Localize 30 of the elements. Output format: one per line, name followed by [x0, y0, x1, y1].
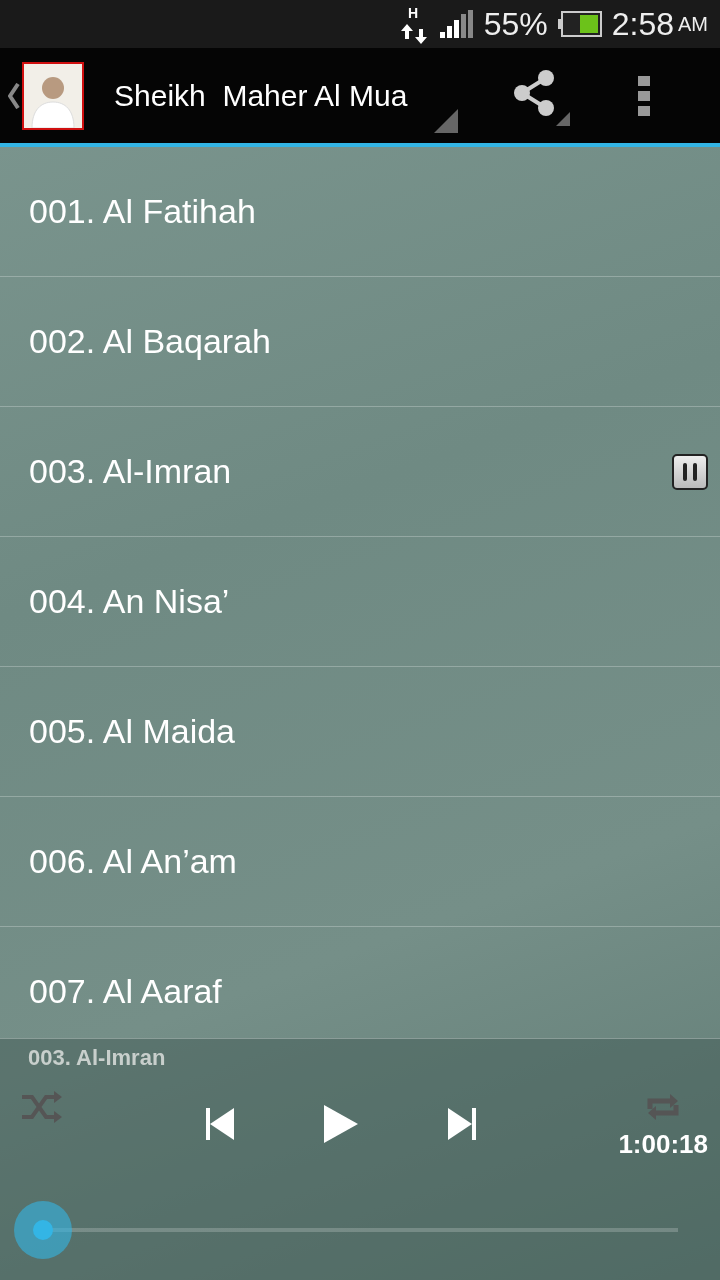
signal-icon	[439, 10, 474, 38]
overflow-menu-button[interactable]	[638, 75, 650, 116]
track-title: 002. Al Baqarah	[29, 322, 271, 361]
track-row[interactable]: 003. Al-Imran	[0, 407, 720, 537]
pause-button[interactable]	[672, 453, 708, 490]
track-row[interactable]: 001. Al Fatihah	[0, 147, 720, 277]
now-playing-title: 003. Al-Imran	[28, 1045, 167, 1071]
battery-icon	[557, 11, 602, 37]
track-title: 003. Al-Imran	[29, 452, 232, 491]
track-title: 005. Al Maida	[29, 712, 236, 751]
dropdown-corner-icon[interactable]	[434, 109, 458, 133]
track-row[interactable]: 006. Al An’am	[0, 797, 720, 927]
track-title: 007. Al Aaraf	[29, 972, 222, 1011]
avatar-icon	[22, 61, 84, 130]
track-duration: 1:00:18	[618, 1129, 708, 1160]
reciter-title: Sheikh Maher Al Mua	[114, 78, 409, 113]
track-title: 001. Al Fatihah	[29, 192, 256, 231]
clock-ampm: AM	[678, 12, 708, 36]
track-row[interactable]: 002. Al Baqarah	[0, 277, 720, 407]
previous-button[interactable]	[206, 1105, 235, 1143]
clock-time: 2:58	[611, 5, 674, 43]
track-row[interactable]: 005. Al Maida	[0, 667, 720, 797]
track-row[interactable]: 007. Al Aaraf	[0, 927, 720, 1038]
next-button[interactable]	[448, 1105, 477, 1143]
back-chevron-icon	[8, 82, 20, 109]
track-title: 006. Al An’am	[29, 842, 237, 881]
battery-percentage: 55%	[483, 5, 548, 43]
track-title: 004. An Nisa’	[29, 582, 230, 621]
play-button[interactable]	[324, 1105, 359, 1143]
track-row[interactable]: 004. An Nisa’	[0, 537, 720, 667]
